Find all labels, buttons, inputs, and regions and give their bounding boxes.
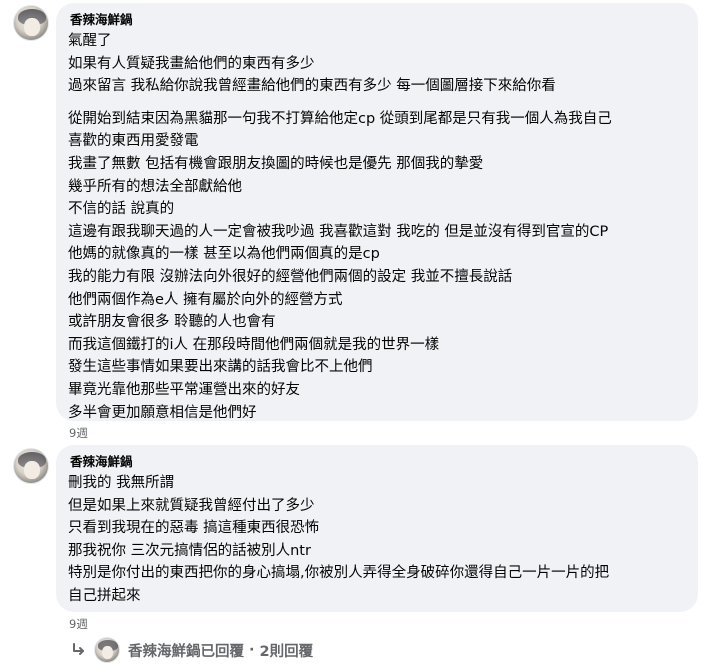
comment-line: 我的能力有限 沒辦法向外很好的經營他們兩個的設定 我並不擅長說話 [68, 268, 513, 285]
commenter-avatar[interactable] [13, 448, 49, 484]
comment-body: 氣醒了 如果有人質疑我畫給他們的東西有多少 過來留言 我私給你說我曾經畫給他們的… [68, 30, 686, 424]
comment-bubble: 香辣海鮮鍋 刪我的 我無所謂 但是如果上來就質疑我曾經付出了多少 只看到我現在的… [56, 445, 698, 612]
comment-timestamp[interactable]: 9週 [69, 425, 88, 441]
commenter-avatar[interactable] [13, 5, 49, 41]
comment-line: 特別是你付出的東西把你的身心搞塌,你被別人弄得全身破碎你還得自己一片一片的把 [68, 565, 610, 582]
comment-bubble: 香辣海鮮鍋 氣醒了 如果有人質疑我畫給他們的東西有多少 過來留言 我私給你說我曾… [56, 3, 698, 421]
comment-line: 畢竟光靠他那些平常運營出來的好友 [68, 381, 300, 398]
reply-arrow-icon [70, 641, 88, 659]
comment-line: 或許朋友會很多 聆聽的人也會有 [68, 314, 276, 331]
reply-count[interactable]: 2則回覆 [260, 640, 314, 661]
comment-line: 只看到我現在的惡毒 搞這種東西很恐怖 [68, 520, 320, 537]
comment-line: 發生這些事情如果要出來講的話我會比不上他們 [68, 359, 373, 376]
comment-line: 而我這個鐵打的i人 在那段時間他們兩個就是我的世界一樣 [68, 336, 440, 353]
avatar-face [24, 18, 40, 36]
view-replies-row[interactable]: 香辣海鮮鍋已回覆 · 2則回覆 [70, 634, 313, 666]
comment-line: 他們兩個作為e人 擁有屬於向外的經營方式 [68, 291, 343, 308]
comment-line: 但是如果上來就質疑我曾經付出了多少 [68, 497, 315, 514]
comment-line: 刪我的 我無所謂 [68, 475, 175, 491]
comment-author[interactable]: 香辣海鮮鍋 [70, 12, 686, 28]
avatar-face [24, 461, 40, 479]
comment-timestamp[interactable]: 9週 [69, 616, 88, 632]
replied-label[interactable]: 香辣海鮮鍋已回覆 [128, 640, 244, 661]
comment-line: 多半會更加願意相信是他們好 [68, 404, 257, 421]
comment-line: 幾乎所有的想法全部獻給他 [68, 178, 242, 195]
comment-line: 那我祝你 三次元搞情侶的話被別人ntr [68, 542, 311, 559]
avatar-face [102, 646, 113, 659]
separator-dot: · [249, 642, 255, 658]
comment-author[interactable]: 香辣海鮮鍋 [70, 454, 686, 470]
comment-line: 我畫了無數 包括有機會跟朋友換圖的時候也是優先 那個我的摯愛 [68, 155, 484, 172]
comment-line: 不信的話 說真的 [68, 201, 175, 218]
comment-line: 喜歡的東西用愛發電 [68, 133, 199, 150]
comment-line: 氣醒了 [68, 33, 112, 49]
comment-body: 刪我的 我無所謂 但是如果上來就質疑我曾經付出了多少 只看到我現在的惡毒 搞這種… [68, 472, 686, 608]
comment-line: 自己拼起來 [68, 587, 141, 604]
reply-author-avatar [94, 637, 120, 663]
comment-line: 他媽的就像真的一樣 甚至以為他們兩個真的是cp [68, 246, 380, 263]
comment-line: 這邊有跟我聊天過的人一定會被我吵過 我喜歡這對 我吃的 但是並沒有得到官宣的CP [68, 223, 609, 240]
comment-line: 如果有人質疑我畫給他們的東西有多少 [68, 55, 315, 72]
comment-line: 過來留言 我私給你說我曾經畫給他們的東西有多少 每一個圖層接下來給你看 [68, 78, 556, 95]
comment-line: 從開始到結束因為黑貓那一句我不打算給他定cp 從頭到尾都是只有我一個人為我自己 [68, 110, 612, 127]
